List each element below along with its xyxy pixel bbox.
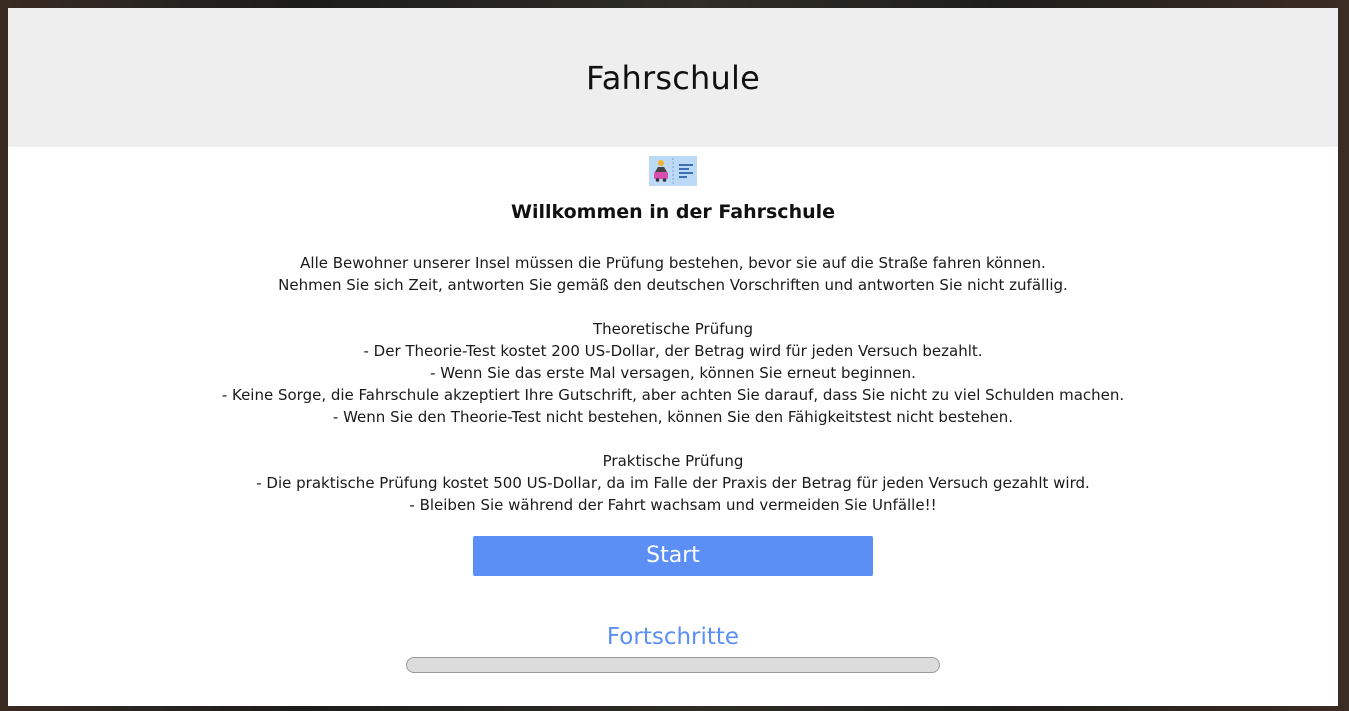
intro-line: Alle Bewohner unserer Insel müssen die P… [300,254,1046,272]
progress-bar [406,657,940,673]
info-text: Alle Bewohner unserer Insel müssen die P… [8,252,1338,516]
practical-line: - Bleiben Sie während der Fahrt wachsam … [409,496,937,514]
theory-heading: Theoretische Prüfung [592,320,754,338]
page-title: Fahrschule [586,58,760,97]
practical-heading: Praktische Prüfung [602,452,744,470]
progress-heading: Fortschritte [606,624,740,650]
intro-line: Nehmen Sie sich Zeit, antworten Sie gemä… [278,276,1068,294]
theory-line: - Wenn Sie das erste Mal versagen, könne… [430,364,916,382]
main-content: Willkommen in der Fahrschule Alle Bewohn… [8,156,1338,673]
welcome-heading: Willkommen in der Fahrschule [510,201,836,223]
start-button[interactable]: Start [473,536,873,576]
driving-school-window: Fahrschule Willkommen in der Fahrschule … [8,8,1338,706]
theory-line: - Der Theorie-Test kostet 200 US-Dollar,… [363,342,983,360]
theory-line: - Keine Sorge, die Fahrschule akzeptiert… [221,386,1125,404]
practical-line: - Die praktische Prüfung kostet 500 US-D… [256,474,1090,492]
driving-school-logo-icon [649,156,697,186]
header: Fahrschule [8,8,1338,147]
theory-line: - Wenn Sie den Theorie-Test nicht besteh… [332,408,1014,426]
